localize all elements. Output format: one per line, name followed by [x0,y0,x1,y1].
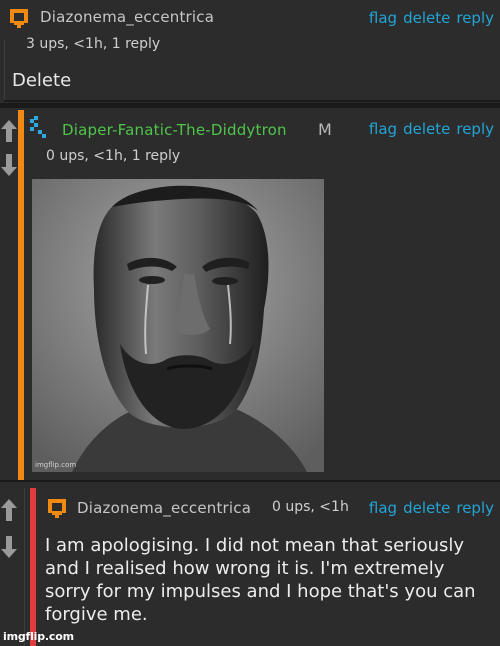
thread-line [18,110,24,480]
reply-link[interactable]: reply [456,9,494,27]
delete-link[interactable]: delete [403,499,450,517]
upvote-arrow-icon[interactable] [0,118,18,144]
comment-meta: 0 ups, <1h, 1 reply [46,148,181,164]
downvote-arrow-icon[interactable] [0,152,18,178]
comment-username[interactable]: Diazonema_eccentrica [77,499,251,517]
flag-link[interactable]: flag [369,9,397,27]
comment-body: I am apologising. I did not mean that se… [45,535,476,625]
meme-image[interactable]: imgflip.com [32,179,324,472]
divider [0,103,500,108]
comment-1: Diazonema_eccentrica 3 ups, <1h, 1 reply… [0,0,500,103]
pixel-avatar-icon[interactable] [46,497,68,519]
site-watermark: imgflip.com [3,630,74,643]
flag-link[interactable]: flag [369,120,397,138]
delete-link[interactable]: delete [403,9,450,27]
comment-body: Delete [12,70,72,91]
comment-username[interactable]: Diazonema_eccentrica [40,8,214,26]
thread-line [30,488,36,646]
pixel-avatar-icon[interactable] [30,116,46,138]
reply-link[interactable]: reply [456,499,494,517]
thread-line [4,40,5,100]
comment-actions: flag delete reply [363,499,494,517]
comment-meta: 0 ups, <1h [272,499,349,515]
comment-actions: flag delete reply [363,9,494,27]
delete-link[interactable]: delete [403,120,450,138]
mod-badge: M [318,120,332,139]
comment-actions: flag delete reply [363,120,494,138]
downvote-arrow-icon[interactable] [0,534,18,560]
comment-meta: 3 ups, <1h, 1 reply [26,36,161,52]
divider [4,100,500,102]
upvote-arrow-icon[interactable] [0,497,18,523]
thread-line [24,488,25,646]
comment-username[interactable]: Diaper-Fanatic-The-Diddytron [62,121,287,139]
reply-link[interactable]: reply [456,120,494,138]
image-watermark: imgflip.com [35,461,77,469]
pixel-avatar-icon[interactable] [8,7,30,29]
flag-link[interactable]: flag [369,499,397,517]
